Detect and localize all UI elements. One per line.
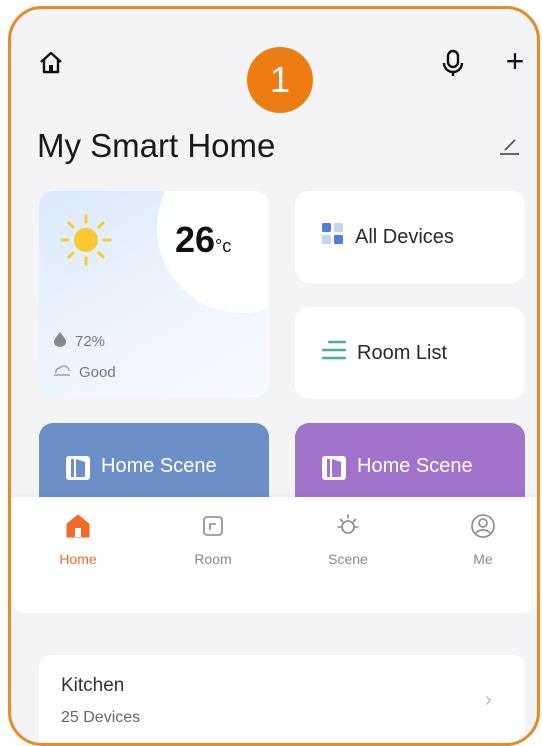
- room-tab-icon: [200, 513, 226, 539]
- home-scene-label-2: Home Scene: [357, 455, 473, 477]
- room-list-card[interactable]: Room List: [295, 307, 525, 399]
- tab-room[interactable]: Room: [168, 513, 258, 583]
- room-name: Kitchen: [61, 675, 125, 696]
- temperature-number: 26: [175, 219, 216, 260]
- list-icon: [321, 339, 347, 367]
- app-screen: 1 + My Smart Home 26°c 72% Good All Devi…: [8, 6, 540, 746]
- chevron-right-icon: ›: [485, 689, 492, 711]
- temperature-unit: °c: [215, 236, 232, 256]
- tab-me[interactable]: Me: [438, 513, 528, 583]
- scene-door-icon: [321, 455, 347, 487]
- tab-me-label: Me: [473, 551, 493, 567]
- tab-room-label: Room: [194, 551, 232, 567]
- humidity-row: 72%: [53, 331, 105, 351]
- room-device-count: 25 Devices: [61, 709, 141, 726]
- tab-home[interactable]: Home: [33, 513, 123, 583]
- microphone-icon[interactable]: [437, 47, 469, 79]
- scene-door-icon: [65, 455, 91, 487]
- home-scene-label-1: Home Scene: [101, 455, 217, 477]
- all-devices-label: All Devices: [355, 225, 454, 248]
- room-list-label: Room List: [357, 341, 448, 364]
- tab-home-label: Home: [59, 551, 97, 567]
- bottom-tab-bar: Home Room Scene Me: [11, 497, 537, 613]
- humidity-value: 72%: [75, 332, 106, 350]
- home-icon[interactable]: [35, 47, 67, 79]
- home-tab-icon: [65, 513, 91, 539]
- add-button[interactable]: +: [497, 43, 533, 79]
- temperature-value: 26°c: [175, 219, 231, 261]
- sun-icon: [59, 213, 113, 267]
- air-quality-icon: [53, 363, 71, 381]
- page-title: My Smart Home: [37, 127, 276, 164]
- top-bar: 1 +: [11, 9, 537, 119]
- step-badge: 1: [247, 47, 313, 113]
- air-quality-value: Good: [79, 363, 116, 381]
- user-tab-icon: [470, 513, 496, 539]
- edit-icon[interactable]: [495, 131, 523, 159]
- air-quality-row: Good: [53, 363, 116, 381]
- tab-scene[interactable]: Scene: [303, 513, 393, 583]
- scene-tab-icon: [335, 513, 361, 539]
- grid-icon: [321, 222, 345, 252]
- all-devices-card[interactable]: All Devices: [295, 191, 525, 283]
- room-card-kitchen[interactable]: Kitchen 25 Devices ›: [39, 655, 525, 743]
- weather-card[interactable]: 26°c 72% Good: [39, 191, 269, 397]
- tab-scene-label: Scene: [328, 551, 368, 567]
- droplet-icon: [53, 331, 67, 351]
